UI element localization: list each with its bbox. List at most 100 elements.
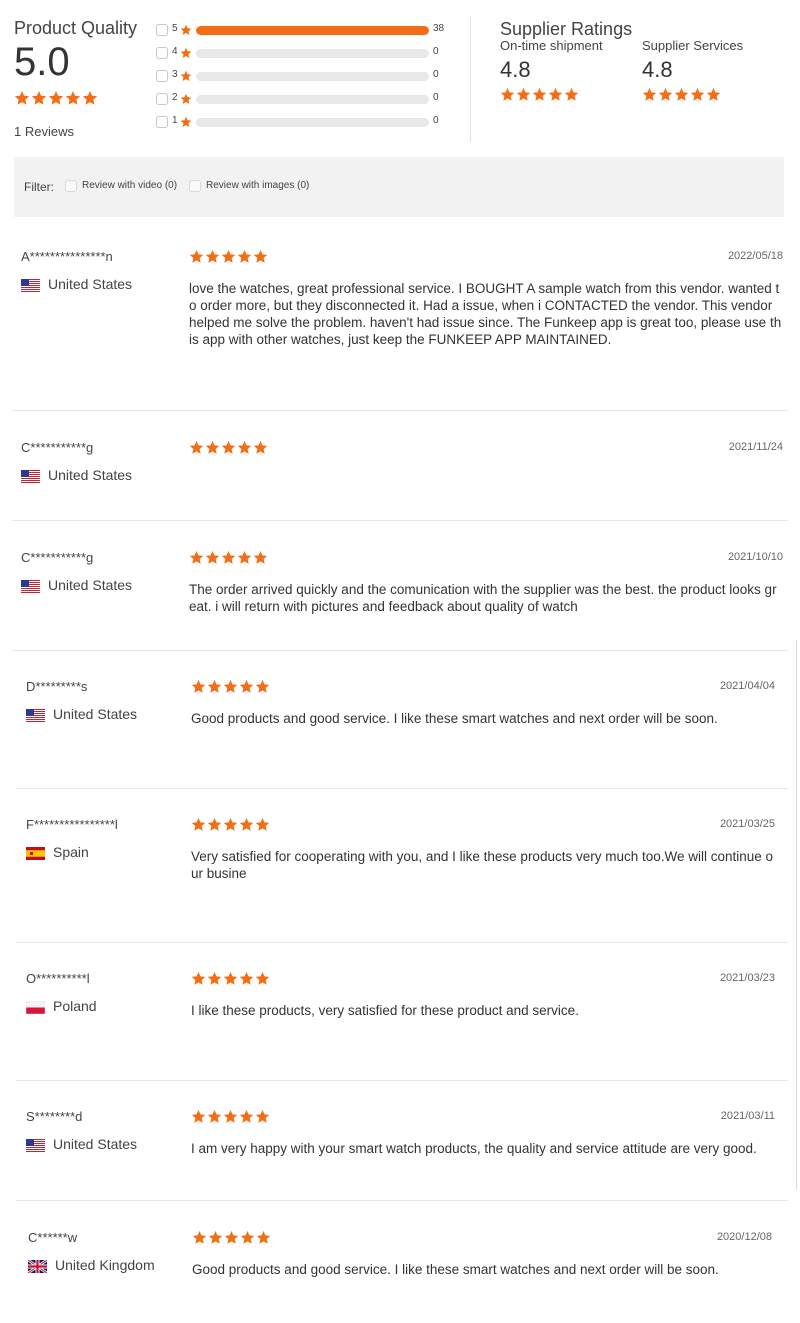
star-icon: [253, 249, 268, 263]
rating-label: On-time shipment: [500, 38, 603, 53]
review-stars: [191, 817, 270, 835]
star-icon: [674, 87, 689, 101]
star-icon: [221, 440, 236, 454]
distribution-row[interactable]: 40: [156, 45, 456, 61]
star-icon: [253, 550, 268, 564]
reviewer-country: United States: [48, 467, 133, 483]
star-icon: [237, 550, 252, 564]
star-icon: [500, 87, 515, 101]
rating-value: 4.8: [642, 57, 673, 82]
star-icon: [65, 91, 81, 105]
star-icon: [223, 817, 238, 831]
star-level: 3: [172, 69, 178, 80]
review-date: 2021/03/25: [719, 818, 775, 830]
star-icon: [208, 1230, 223, 1244]
country-flag: [26, 847, 45, 860]
review-text: I like these products, very satisfied fo…: [191, 1003, 579, 1018]
distribution-row[interactable]: 30: [156, 68, 456, 84]
review-text: Very satisfied for cooperating with you,…: [191, 849, 774, 881]
flag-pl-icon: [26, 1001, 45, 1014]
review-text: Good products and good service. I like t…: [192, 1262, 719, 1277]
distribution-checkbox[interactable]: [156, 47, 168, 59]
star-icon: [224, 1230, 239, 1244]
on-time-shipment-rating: On-time shipment 4.8: [500, 38, 603, 105]
star-icon: [237, 440, 252, 454]
star-icon: [180, 70, 192, 81]
reviewer-country: United States: [48, 276, 133, 292]
reviewer-name: S********d: [26, 1109, 83, 1124]
star-icon: [239, 1109, 254, 1123]
review-date: 2021/11/24: [728, 441, 783, 453]
reviewer-name: C******w: [28, 1230, 78, 1245]
star-icon: [207, 817, 222, 831]
star-icon: [255, 971, 270, 985]
review-stars: [189, 550, 268, 568]
flag-us-icon: [26, 1139, 45, 1152]
star-icon: [239, 971, 254, 985]
filter-video-label[interactable]: Review with video (0): [82, 180, 177, 191]
star-level: 1: [172, 115, 178, 126]
review-divider: [16, 788, 788, 789]
reviewer-name: C***********g: [21, 440, 94, 455]
distribution-bar-fill: [196, 26, 429, 35]
distribution-count: 38: [433, 23, 445, 34]
country-flag: [21, 279, 40, 292]
reviewer-name: C***********g: [21, 550, 94, 565]
flag-es-icon: [26, 847, 45, 860]
star-icon: [253, 440, 268, 454]
star-icon: [223, 679, 238, 693]
star-icon: [237, 249, 252, 263]
country-flag: [28, 1260, 47, 1273]
supplier-ratings-title: Supplier Ratings: [500, 19, 633, 39]
star-icon: [205, 249, 220, 263]
distribution-bar: [196, 118, 429, 127]
review-text: Good products and good service. I like t…: [191, 711, 718, 726]
distribution-checkbox[interactable]: [156, 70, 168, 82]
flag-us-icon: [21, 470, 40, 483]
distribution-row[interactable]: 20: [156, 91, 456, 107]
review-count: 1 Reviews: [14, 124, 74, 139]
star-icon: [516, 87, 531, 101]
star-icon: [255, 679, 270, 693]
distribution-row[interactable]: 5 38: [156, 22, 456, 38]
distribution-row[interactable]: 10: [156, 114, 456, 130]
star-level: 4: [172, 46, 178, 57]
review-stars: [189, 249, 268, 267]
star-icon: [255, 817, 270, 831]
country-flag: [21, 580, 40, 593]
filter-video-checkbox[interactable]: [65, 180, 77, 192]
star-icon: [189, 550, 204, 564]
country-flag: [26, 1139, 45, 1152]
country-flag: [21, 470, 40, 483]
star-icon: [192, 1230, 207, 1244]
star-icon: [48, 91, 64, 105]
star-icon: [690, 87, 705, 101]
review-divider: [16, 1080, 788, 1081]
filter-images-checkbox[interactable]: [189, 180, 201, 192]
divider: [470, 16, 471, 142]
reviewer-country: Poland: [53, 998, 97, 1014]
distribution-checkbox[interactable]: [156, 116, 168, 128]
flag-us-icon: [21, 580, 40, 593]
star-icon: [82, 91, 98, 105]
star-icon: [658, 87, 673, 101]
star-icon: [189, 249, 204, 263]
star-icon: [191, 1109, 206, 1123]
star-icon: [189, 440, 204, 454]
rating-stars: [642, 87, 743, 105]
flag-us-icon: [26, 709, 45, 722]
review-stars: [191, 679, 270, 697]
review-divider: [12, 410, 788, 411]
distribution-checkbox[interactable]: [156, 93, 168, 105]
star-icon: [191, 817, 206, 831]
star-level: 5: [172, 23, 178, 34]
star-icon: [221, 249, 236, 263]
distribution-checkbox[interactable]: [156, 24, 168, 36]
star-icon: [180, 47, 192, 58]
star-icon: [240, 1230, 255, 1244]
star-icon: [205, 440, 220, 454]
filter-images-label[interactable]: Review with images (0): [206, 180, 309, 191]
distribution-bar: [196, 26, 429, 35]
review-date: 2021/03/23: [719, 972, 775, 984]
star-icon: [14, 91, 30, 105]
